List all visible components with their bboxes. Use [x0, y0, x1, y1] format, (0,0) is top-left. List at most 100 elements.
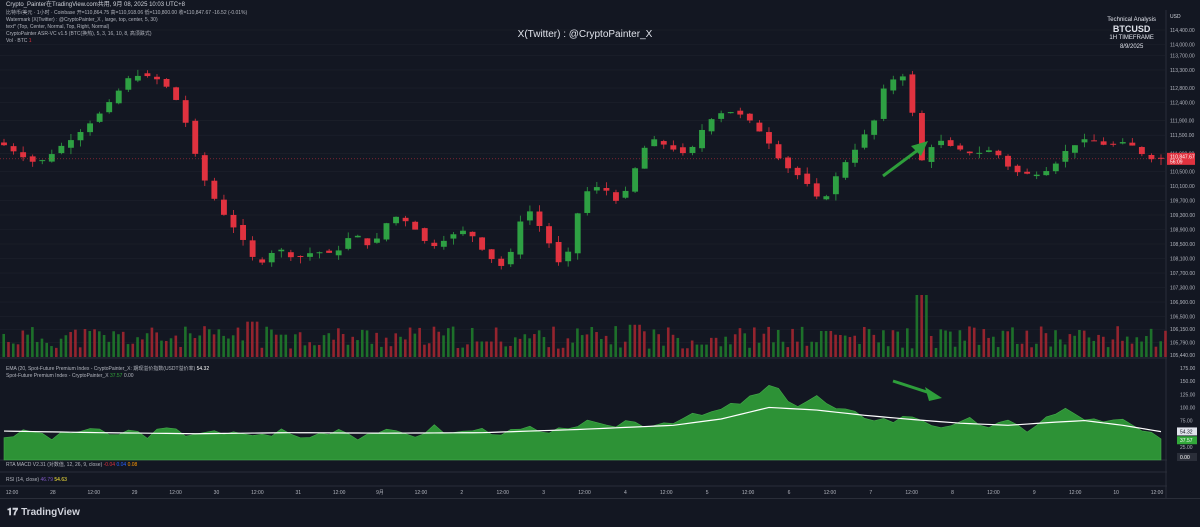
volume-bar	[848, 337, 852, 357]
volume-bar	[356, 340, 359, 357]
volume-bar	[925, 295, 928, 357]
price-tick-label: 109,700.00	[1170, 198, 1195, 204]
volume-bar	[93, 329, 96, 357]
candle-body	[373, 238, 380, 243]
header-line: Crypto_Painter在TradingView.com共用, 9月 08,…	[0, 0, 1200, 10]
volume-bar	[1121, 340, 1124, 357]
price-tick-label: 108,900.00	[1170, 227, 1195, 233]
footer: 𝟏𝟕 TradingView	[0, 498, 1200, 527]
brand[interactable]: 𝟏𝟕 TradingView	[7, 507, 80, 518]
volume-bar	[317, 344, 321, 357]
volume-bar	[193, 338, 197, 357]
volume-bar	[996, 347, 1000, 357]
candle-body	[546, 226, 552, 244]
volume-bar	[556, 348, 560, 357]
volume-bar	[126, 344, 130, 357]
volume-bar	[203, 326, 206, 357]
volume-bar	[246, 321, 249, 357]
legend-rsi-label: RSI (14, close)	[6, 477, 40, 483]
candle-body	[469, 231, 476, 237]
volume-bar	[537, 330, 541, 357]
volume-bar	[494, 327, 498, 357]
candle-body	[641, 147, 648, 169]
brand-name: TradingView	[21, 507, 80, 518]
candle-body	[211, 180, 218, 199]
volume-bar	[810, 341, 813, 357]
volume-bar	[1164, 330, 1167, 357]
candle-body	[1043, 171, 1050, 176]
volume-bar	[915, 295, 919, 357]
candle-body	[880, 88, 887, 119]
candle-body	[938, 140, 945, 146]
volume-bar	[796, 341, 799, 357]
price-tick-label: 108,100.00	[1170, 257, 1195, 263]
volume-bar	[155, 332, 158, 357]
candle-body	[756, 122, 763, 132]
time-tick-label: 4	[624, 490, 627, 496]
volume-bar	[251, 321, 254, 357]
volume-bar	[112, 331, 115, 357]
volume-bar	[174, 335, 178, 357]
volume-bar	[188, 333, 192, 357]
volume-bar	[341, 334, 345, 357]
volume-bar	[839, 334, 842, 357]
legend-ema-value: 54.32	[196, 366, 210, 372]
volume-bar	[456, 348, 460, 357]
chart-svg: USD 114,400.00 114,000.00 113,700.00 113,300…	[0, 10, 1200, 498]
volume-bar	[829, 330, 833, 357]
volume-bar	[686, 348, 689, 357]
candle-body	[278, 249, 285, 252]
volume-bar	[1082, 330, 1086, 357]
volume-bar	[748, 347, 751, 357]
volume-bar	[992, 336, 995, 357]
volume-bar	[643, 331, 646, 357]
candle-body	[10, 146, 17, 152]
candle-body	[737, 110, 744, 115]
volume-bar	[585, 334, 589, 357]
volume-bar	[475, 341, 479, 357]
candle-body	[670, 145, 677, 150]
time-tick-label: 3	[542, 490, 545, 496]
volume-bar	[853, 335, 857, 357]
volume-bar	[131, 343, 135, 357]
candle-body	[890, 79, 897, 91]
volume-bar	[423, 344, 426, 357]
time-tick-label: 8	[951, 490, 954, 496]
volume-bar	[1097, 334, 1100, 357]
volume-bar	[370, 343, 374, 357]
time-tick-label: 12:00	[742, 490, 755, 496]
spi-value-label: 37.57	[1180, 438, 1193, 444]
legend-macd-v1: -0.04	[103, 462, 116, 468]
volume-bar	[11, 343, 15, 357]
volume-bar	[236, 327, 240, 357]
time-tick-label: 31	[295, 490, 301, 496]
volume-bar	[212, 334, 216, 357]
candle-body	[727, 112, 734, 114]
volume-bar	[528, 338, 531, 357]
volume-bar	[614, 326, 617, 357]
price-tick-label: 110,500.00	[1170, 169, 1195, 175]
volume-bar	[1125, 336, 1129, 357]
volume-bar	[714, 337, 718, 357]
volume-bar	[74, 329, 77, 357]
volume-bar	[384, 337, 388, 357]
candle-body	[1110, 143, 1117, 145]
volume-bar	[1011, 327, 1014, 357]
candle-body	[871, 120, 878, 135]
volume-bar	[819, 330, 823, 357]
candle-body	[77, 132, 84, 141]
candle-body	[144, 73, 151, 77]
legend-rsi-v2: 54.63	[54, 477, 67, 483]
volume-bar	[609, 344, 613, 357]
candle-body	[555, 242, 562, 263]
volume-bar	[107, 341, 111, 357]
volume-bar	[906, 328, 909, 357]
volume-bar	[1145, 336, 1148, 357]
time-tick-label: 12:00	[987, 490, 1000, 496]
volume-bar	[270, 329, 273, 357]
volume-bar	[141, 339, 144, 357]
time-tick-label: 12:00	[415, 490, 428, 496]
volume-bar	[633, 324, 637, 357]
volume-bar	[1092, 340, 1096, 357]
volume-bar	[470, 327, 474, 357]
